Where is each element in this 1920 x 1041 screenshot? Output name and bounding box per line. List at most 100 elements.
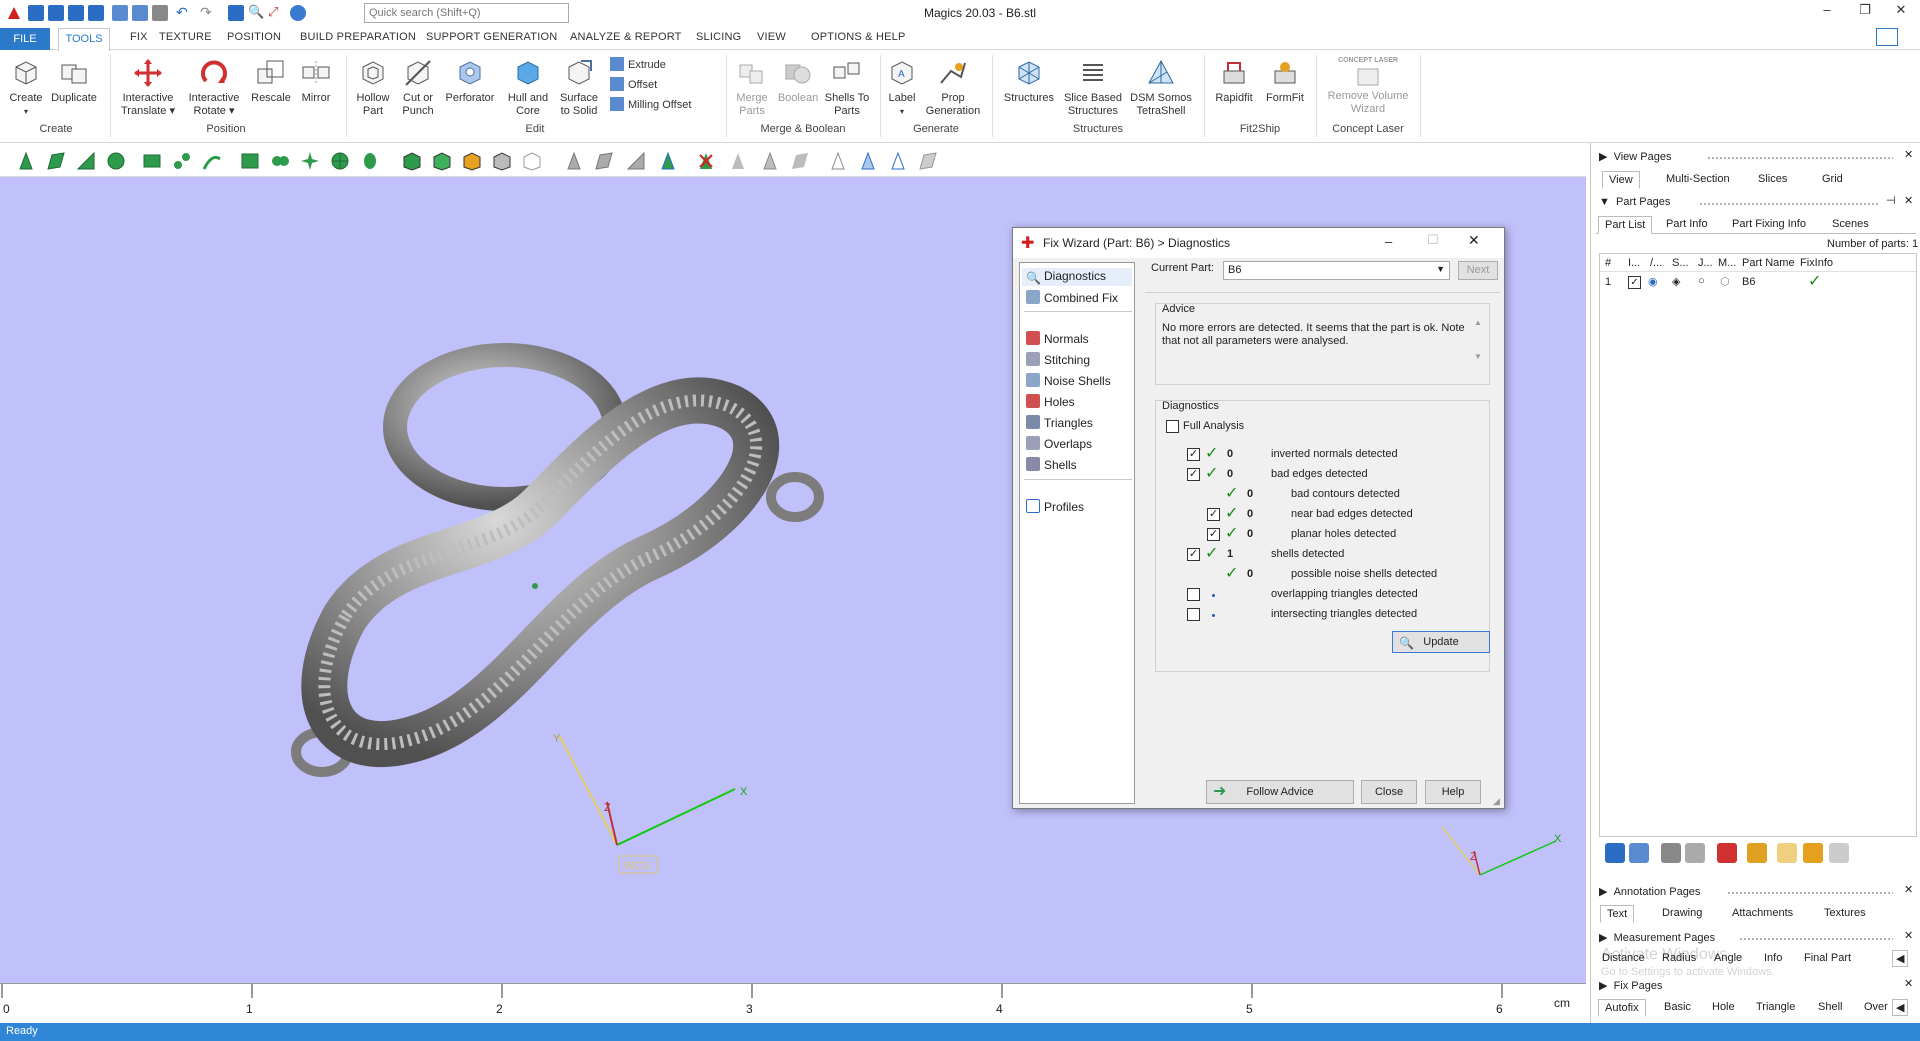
tab-texture[interactable]: TEXTURE [159, 31, 212, 43]
delete-part-icon[interactable] [1717, 843, 1737, 863]
close-part-pages-icon[interactable]: ✕ [1904, 194, 1913, 207]
dialog-minimize-button[interactable]: – [1385, 234, 1392, 249]
column-fixinfo[interactable]: FixInfo [1800, 257, 1833, 269]
hull-and-core-button[interactable]: Hull and Core [504, 57, 552, 118]
restore-button[interactable]: ❐ [1850, 2, 1880, 24]
unload-all-icon[interactable] [1685, 843, 1705, 863]
slice-based-structures-button[interactable]: Slice Based Structures [1060, 57, 1126, 118]
tab-view-page[interactable]: View [1602, 171, 1640, 189]
load-part-icon[interactable] [1605, 843, 1625, 863]
label-button[interactable]: A Label ▾ [884, 57, 920, 118]
unload-part-icon[interactable] [1661, 843, 1681, 863]
tab-attachments[interactable]: Attachments [1726, 905, 1799, 921]
tab-drawing[interactable]: Drawing [1656, 905, 1708, 921]
nav-normals[interactable]: Normals [1026, 331, 1089, 346]
new-icon[interactable] [28, 5, 44, 21]
close-button[interactable]: ✕ [1886, 2, 1916, 24]
column-shaded[interactable]: S... [1672, 257, 1689, 269]
tab-view[interactable]: VIEW [757, 31, 786, 43]
close-view-pages-icon[interactable]: ✕ [1904, 148, 1913, 161]
mirror-button[interactable]: Mirror [296, 57, 336, 105]
mark-cube-icon[interactable] [142, 151, 162, 171]
mark-surface-icon[interactable] [76, 151, 96, 171]
prop-generation-button[interactable]: Prop Generation [922, 57, 984, 118]
save-all-icon[interactable] [88, 5, 104, 21]
select-surface-icon[interactable] [658, 151, 678, 171]
blue-triangle-2-icon[interactable] [888, 151, 908, 171]
nav-combined-fix[interactable]: Combined Fix [1026, 290, 1118, 305]
merge-parts-button[interactable]: Merge Parts [730, 57, 774, 118]
scroll-up-icon[interactable]: ▲ [1474, 318, 1482, 327]
tab-hole[interactable]: Hole [1706, 999, 1741, 1015]
rapidfit-button[interactable]: Rapidfit [1208, 57, 1260, 105]
create-button[interactable]: Create ▾ [6, 57, 46, 118]
part-list-table[interactable]: # I... /... S... J... M... Part Name Fix… [1599, 253, 1917, 837]
select-icon[interactable] [228, 5, 244, 21]
grey-triangle-icon[interactable] [728, 151, 748, 171]
grey-surface-icon[interactable] [918, 151, 938, 171]
column-view[interactable]: /... [1650, 257, 1662, 269]
column-index[interactable]: # [1605, 257, 1611, 269]
tab-autofix[interactable]: Autofix [1598, 999, 1646, 1017]
close-annotation-pages-icon[interactable]: ✕ [1904, 883, 1913, 896]
measurement-pages-header[interactable]: ▶ Measurement Pages [1599, 931, 1715, 944]
column-m[interactable]: M... [1718, 257, 1736, 269]
dialog-title-bar[interactable]: ✚ Fix Wizard (Part: B6) > Diagnostics – … [1013, 228, 1504, 258]
update-button[interactable]: 🔍 Update [1392, 631, 1490, 653]
pin-icon[interactable]: ⊣ [1886, 194, 1896, 207]
extrude-button[interactable]: Extrude [610, 57, 700, 72]
material-icon[interactable]: ⬡ [1720, 275, 1730, 288]
export-icon[interactable] [132, 5, 148, 21]
tab-tools[interactable]: TOOLS [58, 28, 110, 51]
mark-multi-icon[interactable] [270, 151, 290, 171]
outline-triangle-icon[interactable] [828, 151, 848, 171]
shaded-mode-icon[interactable]: ◈ [1672, 275, 1680, 288]
nav-overlaps[interactable]: Overlaps [1026, 436, 1092, 451]
blue-triangle-icon[interactable] [858, 151, 878, 171]
tab-grid[interactable]: Grid [1816, 171, 1849, 187]
tab-basic[interactable]: Basic [1658, 999, 1697, 1015]
radio-icon[interactable]: ○ [1698, 275, 1705, 287]
mark-plane-icon[interactable] [46, 151, 66, 171]
interactive-translate-button[interactable]: Interactive Translate ▾ [116, 57, 180, 118]
column-visible[interactable]: I... [1628, 257, 1640, 269]
mark-triangle-icon[interactable] [16, 151, 36, 171]
part-box-2-icon[interactable] [432, 151, 452, 171]
remove-volume-wizard-button[interactable]: CONCEPT LASER Remove Volume Wizard [1320, 57, 1416, 116]
formfit-button[interactable]: FormFit [1260, 57, 1310, 105]
part-pages-header[interactable]: ▼ Part Pages [1599, 196, 1670, 208]
help-button[interactable]: Help [1425, 780, 1481, 804]
intersecting-triangles-checkbox[interactable] [1187, 608, 1200, 621]
part-box-icon[interactable] [402, 151, 422, 171]
tab-part-list[interactable]: Part List [1598, 216, 1653, 234]
near-bad-edges-checkbox[interactable]: ✓ [1207, 508, 1220, 521]
next-button[interactable]: Next [1458, 261, 1498, 280]
dialog-close-button[interactable]: ✕ [1468, 232, 1480, 249]
table-row[interactable]: 1 ✓ ◉ ◈ ○ ⬡ B6 ✓ [1600, 274, 1916, 292]
nav-diagnostics[interactable]: 🔍 Diagnostics [1022, 268, 1132, 286]
part-box-3-icon[interactable] [462, 151, 482, 171]
shells-to-parts-button[interactable]: Shells To Parts [822, 57, 872, 118]
column-part-name[interactable]: Part Name [1742, 257, 1795, 269]
row-visible-checkbox[interactable]: ✓ [1628, 276, 1641, 289]
redo-icon[interactable]: ↷ [200, 5, 216, 21]
tab-part-fixing-info[interactable]: Part Fixing Info [1726, 216, 1812, 232]
close-dialog-button[interactable]: Close [1361, 780, 1417, 804]
current-part-select[interactable]: B6 ▼ [1223, 261, 1450, 280]
nav-noise-shells[interactable]: Noise Shells [1026, 373, 1111, 388]
close-fix-pages-icon[interactable]: ✕ [1904, 977, 1913, 990]
tab-overlaps[interactable]: Over [1858, 999, 1894, 1015]
quick-search-input[interactable]: Quick search (Shift+Q) [364, 3, 569, 23]
mark-sphere-icon[interactable] [330, 151, 350, 171]
hollow-part-button[interactable]: Hollow Part [350, 57, 396, 118]
column-j[interactable]: J... [1698, 257, 1713, 269]
tab-shell[interactable]: Shell [1812, 999, 1848, 1015]
nav-stitching[interactable]: Stitching [1026, 352, 1090, 367]
tab-analyze-report[interactable]: ANALYZE & REPORT [570, 31, 682, 43]
grey-triangle-2-icon[interactable] [760, 151, 780, 171]
dsm-somos-tetrashell-button[interactable]: DSM Somos TetraShell [1126, 57, 1196, 118]
tab-build-preparation[interactable]: BUILD PREPARATION [300, 31, 416, 43]
save-icon[interactable] [68, 5, 84, 21]
zoom-icon[interactable]: 🔍 [248, 5, 264, 21]
tab-fix[interactable]: FIX [130, 31, 148, 43]
